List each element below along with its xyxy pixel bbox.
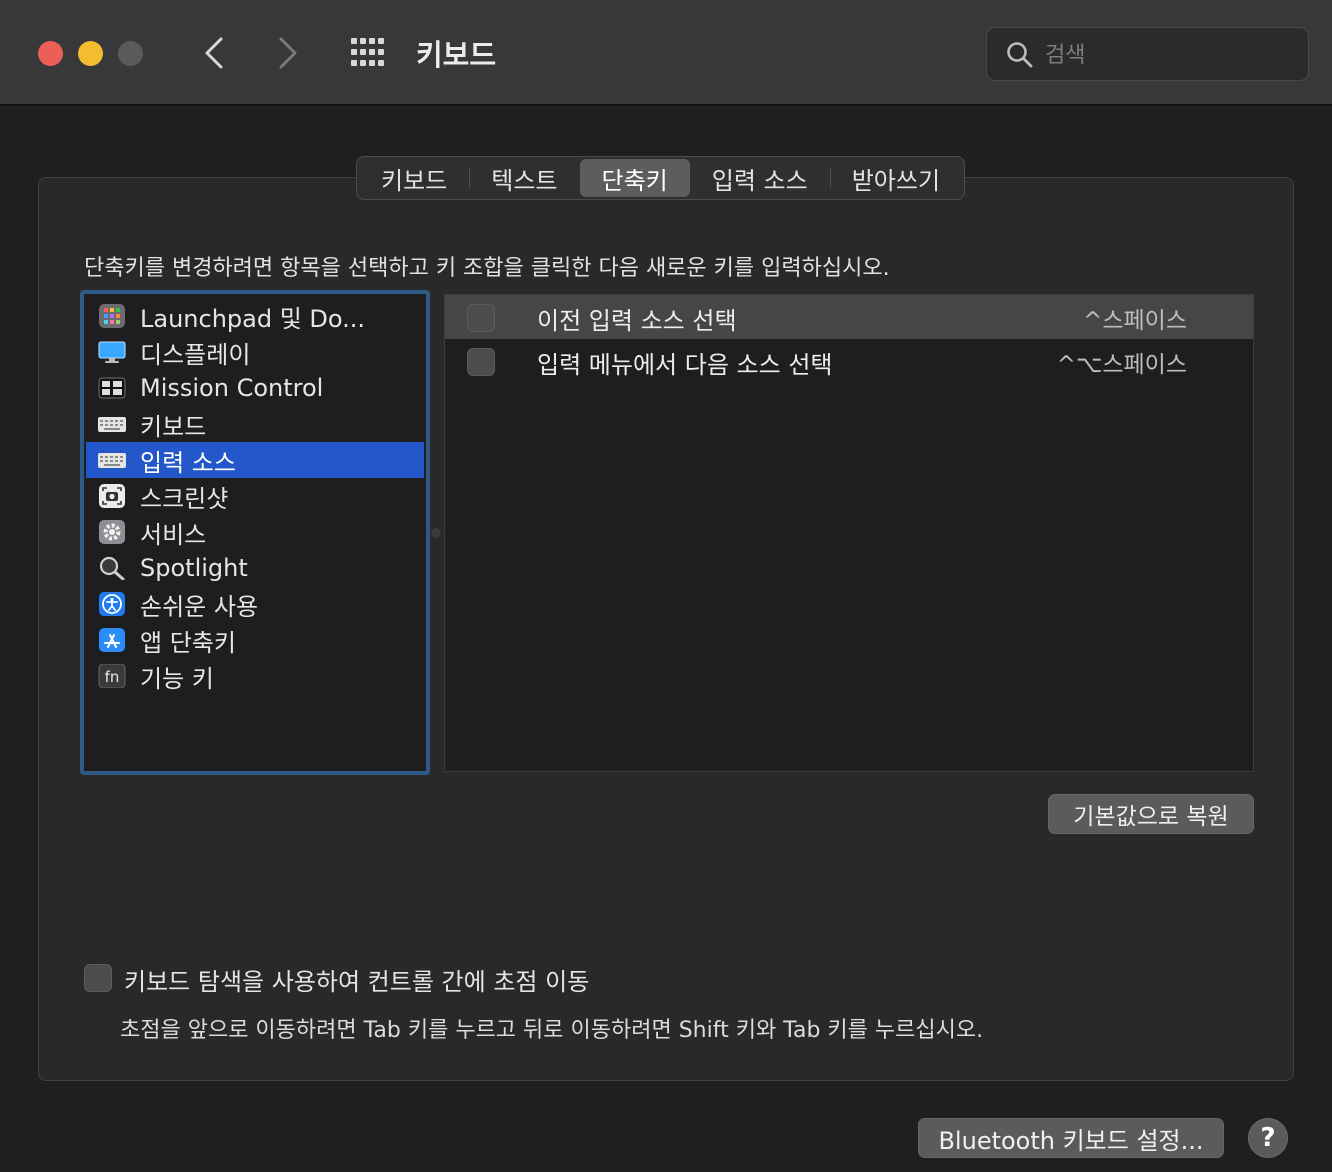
category-label: Mission Control (140, 374, 324, 402)
shortcut-table: 이전 입력 소스 선택 ^스페이스 입력 메뉴에서 다음 소스 선택 ^⌥스페이… (444, 294, 1254, 772)
category-input-sources[interactable]: 입력 소스 (86, 442, 424, 478)
window-title: 키보드 (416, 38, 497, 72)
category-label: 키보드 (140, 412, 207, 441)
category-label: Spotlight (140, 554, 248, 582)
category-accessibility[interactable]: 손쉬운 사용 (84, 586, 426, 622)
tab-bar: 키보드 텍스트 단축키 입력 소스 받아쓰기 (356, 156, 966, 200)
category-label: 손쉬운 사용 (140, 592, 259, 621)
restore-defaults-button[interactable]: 기본값으로 복원 (1048, 794, 1254, 834)
tab-keyboard[interactable]: 키보드 (359, 159, 469, 197)
category-label: 디스플레이 (140, 340, 251, 369)
tab-input-sources[interactable]: 입력 소스 (690, 159, 830, 197)
shortcut-enable-checkbox[interactable] (467, 348, 495, 376)
category-label: 기능 키 (140, 664, 214, 693)
screenshot-icon (98, 484, 126, 508)
shortcut-row[interactable]: 이전 입력 소스 선택 ^스페이스 (445, 295, 1253, 339)
grid-icon (351, 38, 384, 66)
mission-control-icon (98, 376, 126, 400)
forward-button[interactable] (268, 30, 308, 76)
app-store-icon (98, 628, 126, 652)
show-all-button[interactable] (349, 36, 389, 70)
category-label: Launchpad 및 Do... (140, 304, 366, 333)
category-label: 앱 단축키 (140, 628, 236, 657)
zoom-window-button[interactable] (118, 41, 143, 66)
shortcut-label: 이전 입력 소스 선택 (537, 307, 737, 335)
shortcut-key-combo[interactable]: ^스페이스 (1083, 301, 1187, 335)
category-function-keys[interactable]: fn 기능 키 (84, 658, 426, 694)
tab-text[interactable]: 텍스트 (469, 159, 579, 197)
back-button[interactable] (194, 30, 234, 76)
category-mission-control[interactable]: Mission Control (84, 370, 426, 406)
category-services[interactable]: 서비스 (84, 514, 426, 550)
keyboard-navigation-label[interactable]: 키보드 탐색을 사용하여 컨트롤 간에 초점 이동 (124, 962, 589, 997)
category-display[interactable]: 디스플레이 (84, 334, 426, 370)
category-label: 서비스 (140, 520, 207, 549)
shortcut-label: 입력 메뉴에서 다음 소스 선택 (537, 351, 833, 379)
fn-key-icon: fn (98, 664, 126, 688)
category-label: 스크린샷 (140, 484, 229, 513)
split-view-handle[interactable] (431, 528, 441, 538)
shortcut-category-list[interactable]: Launchpad 및 Do... 디스플레이 Mission Control (80, 290, 430, 775)
tab-dictation[interactable]: 받아쓰기 (829, 159, 962, 197)
accessibility-icon (98, 592, 126, 616)
instruction-text: 단축키를 변경하려면 항목을 선택하고 키 조합을 클릭한 다음 새로운 키를 … (84, 256, 890, 281)
close-window-button[interactable] (38, 41, 63, 66)
svg-text:fn: fn (105, 668, 120, 686)
category-app-shortcuts[interactable]: 앱 단축키 (84, 622, 426, 658)
keyboard-navigation-checkbox[interactable] (84, 964, 112, 992)
minimize-window-button[interactable] (78, 41, 103, 66)
category-launchpad-dock[interactable]: Launchpad 및 Do... (84, 298, 426, 334)
category-keyboard[interactable]: 키보드 (84, 406, 426, 442)
keyboard-icon (98, 448, 126, 472)
keyboard-navigation-description: 초점을 앞으로 이동하려면 Tab 키를 누르고 뒤로 이동하려면 Shift … (120, 1018, 984, 1043)
title-bar: 키보드 (0, 0, 1332, 106)
bluetooth-keyboard-setup-button[interactable]: Bluetooth 키보드 설정... (918, 1118, 1224, 1158)
tab-shortcuts[interactable]: 단축키 (579, 159, 690, 197)
shortcut-enable-checkbox[interactable] (467, 304, 495, 332)
category-spotlight[interactable]: Spotlight (84, 550, 426, 586)
keyboard-icon (98, 412, 126, 436)
shortcut-key-combo[interactable]: ^⌥스페이스 (1057, 345, 1187, 379)
spotlight-magnifier-icon (98, 556, 126, 580)
category-label: 입력 소스 (140, 448, 236, 477)
services-gear-icon (98, 520, 126, 544)
launchpad-icon (98, 304, 126, 328)
search-input[interactable] (1045, 36, 1295, 74)
category-screenshots[interactable]: 스크린샷 (84, 478, 426, 514)
shortcut-row[interactable]: 입력 메뉴에서 다음 소스 선택 ^⌥스페이스 (445, 339, 1253, 383)
chevron-right-icon (279, 37, 297, 69)
display-icon (98, 340, 126, 364)
search-icon (1007, 42, 1033, 68)
search-field[interactable] (986, 27, 1309, 81)
chevron-left-icon (205, 37, 223, 69)
help-button[interactable]: ? (1248, 1118, 1288, 1158)
